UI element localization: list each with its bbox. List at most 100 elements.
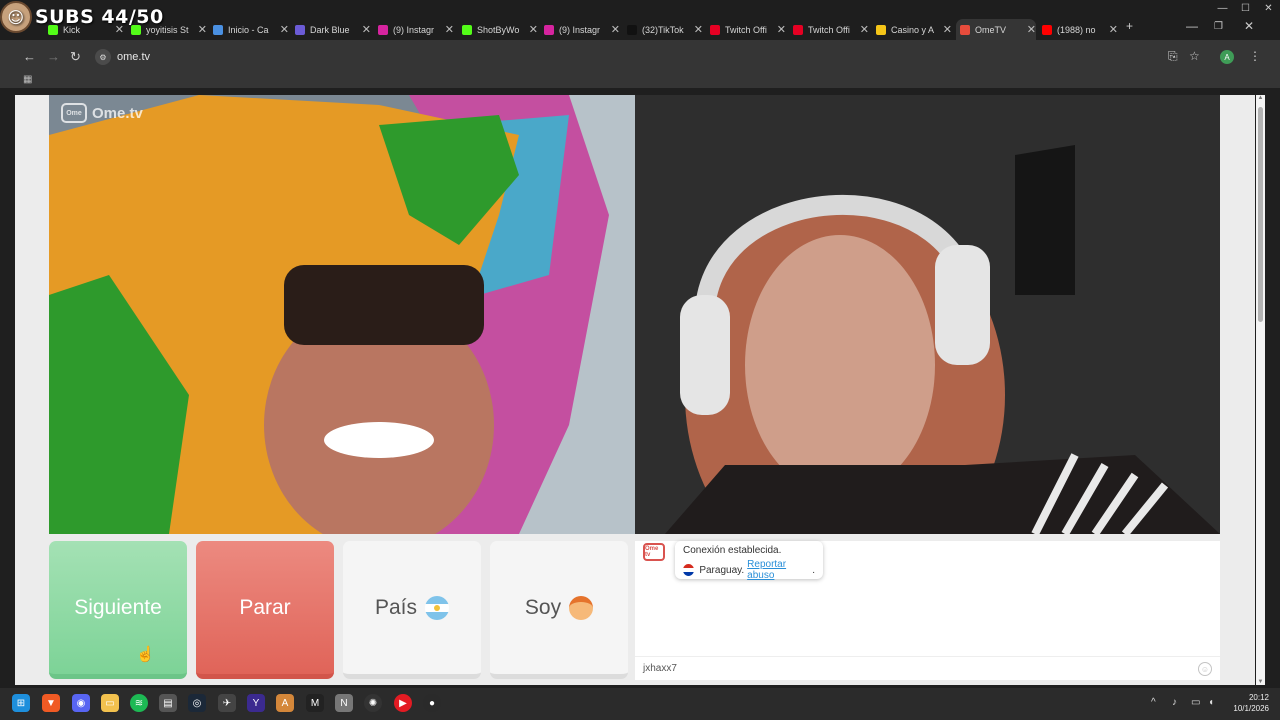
game-icon[interactable]: ✈ (218, 694, 236, 712)
tab-close-icon[interactable]: ✕ (1027, 23, 1036, 36)
bookmarks-bar (0, 74, 1280, 88)
system-clock[interactable]: 20:12 10/1/2026 (1229, 692, 1269, 714)
close-icon[interactable]: ✕ (1257, 0, 1280, 16)
browser-tab[interactable]: Twitch Offi ✕ (789, 19, 869, 40)
menu-dots-icon[interactable]: ⋮ (1249, 49, 1261, 63)
country-button-label: País (374, 595, 418, 619)
address-bar[interactable]: ⚙ ome.tv (92, 46, 1092, 68)
windows-start-icon[interactable]: ⊞ (12, 694, 30, 712)
spotify-icon[interactable]: ≋ (130, 694, 148, 712)
network-icon[interactable]: ▭ (1191, 697, 1200, 708)
instagram-icon (378, 24, 388, 35)
tab-close-icon[interactable]: ✕ (445, 23, 454, 36)
app-icon[interactable]: ▤ (159, 694, 177, 712)
reload-icon[interactable]: ↻ (70, 49, 81, 65)
launcher-icon[interactable]: Y (247, 694, 265, 712)
tab-close-icon[interactable]: ✕ (1109, 23, 1118, 36)
tab-title: (32)TikTok (642, 24, 684, 35)
browser-tab[interactable]: Inicio - Ca ✕ (209, 19, 289, 40)
scroll-thumb[interactable] (1258, 107, 1263, 322)
bookmark-star-icon[interactable]: ☆ (1189, 49, 1200, 63)
page-scrollbar[interactable]: ▲ ▼ (1256, 95, 1265, 685)
browser-tab[interactable]: (32)TikTok ✕ (623, 19, 703, 40)
tab-close-icon[interactable]: ✕ (694, 23, 703, 36)
window-minimize-icon[interactable]: — (1186, 19, 1198, 33)
volume-icon[interactable]: ◖ (1208, 697, 1214, 708)
tray-chevron-icon[interactable]: ^ (1151, 697, 1156, 708)
paraguay-flag-icon (683, 564, 695, 576)
tab-close-icon[interactable]: ✕ (777, 23, 786, 36)
browser-tab[interactable]: (9) Instagr ✕ (540, 19, 620, 40)
browser-tab[interactable]: yoyitisis St ✕ (127, 19, 207, 40)
steam-icon[interactable]: ◎ (188, 694, 206, 712)
hand-cursor-icon: ☝ (136, 646, 155, 663)
tab-title: Casino y A (891, 24, 935, 35)
profile-avatar[interactable]: A (1220, 50, 1234, 64)
country-button[interactable]: País (343, 541, 481, 679)
chatgpt-icon[interactable]: ✺ (364, 694, 382, 712)
remote-video-frame (635, 95, 1220, 534)
browser-tab[interactable]: OmeTV ✕ (956, 19, 1036, 40)
browser-tab[interactable]: Casino y A ✕ (872, 19, 952, 40)
media-player-icon[interactable]: ▶ (394, 694, 412, 712)
browser-tab[interactable]: ShotByWo ✕ (458, 19, 538, 40)
tab-title: Dark Blue (310, 24, 350, 35)
ometv-logo-icon: Ome (61, 103, 87, 123)
new-tab-icon[interactable]: + (1126, 19, 1133, 33)
report-suffix: . (812, 564, 815, 576)
chat-input-text: jxhaxx7 (643, 663, 677, 674)
browser-tab[interactable]: Kick ✕ (44, 19, 124, 40)
url-text: ome.tv (117, 51, 151, 63)
window-restore-icon[interactable]: ❐ (1214, 21, 1223, 32)
next-button[interactable]: Siguiente (49, 541, 187, 679)
tab-close-icon[interactable]: ✕ (115, 23, 124, 36)
window-close-icon[interactable]: ✕ (1244, 19, 1254, 33)
ometv-chat-logo-icon: Ome tv (643, 543, 665, 561)
tab-close-icon[interactable]: ✕ (198, 23, 207, 36)
site-info-icon[interactable]: ⚙ (95, 49, 111, 65)
emoji-picker-icon[interactable]: ☺ (1198, 662, 1212, 676)
connection-status: Conexión establecida. (683, 545, 782, 556)
file-explorer-icon[interactable]: ▭ (101, 694, 119, 712)
obs-icon[interactable]: ● (423, 694, 441, 712)
microphone-icon[interactable]: ♪ (1172, 697, 1177, 708)
instagram-icon (544, 24, 554, 35)
app-a-icon[interactable]: A (276, 694, 294, 712)
browser-tab[interactable]: (1988) no ✕ (1038, 19, 1118, 40)
next-button-label: Siguiente (74, 595, 162, 619)
tab-close-icon[interactable]: ✕ (280, 23, 289, 36)
tab-close-icon[interactable]: ✕ (943, 23, 952, 36)
apps-grid-icon[interactable]: ▦ (23, 74, 32, 85)
forward-icon[interactable]: → (47, 49, 60, 64)
tab-close-icon[interactable]: ✕ (611, 23, 620, 36)
app-m-icon[interactable]: M (306, 694, 324, 712)
brave-icon[interactable]: ▼ (42, 694, 60, 712)
tab-title: (1988) no (1057, 24, 1096, 35)
tab-close-icon[interactable]: ✕ (860, 23, 869, 36)
minimize-icon[interactable]: — (1211, 0, 1234, 16)
clock-time: 20:12 (1248, 693, 1269, 702)
report-abuse-link[interactable]: Reportar abuso (747, 559, 812, 581)
tab-title: Inicio - Ca (228, 24, 269, 35)
gender-button[interactable]: Soy (490, 541, 628, 679)
back-icon[interactable]: ← (23, 49, 36, 64)
scroll-down-icon[interactable]: ▼ (1256, 679, 1265, 685)
tab-close-icon[interactable]: ✕ (529, 23, 538, 36)
ometv-watermark: Ome Ome.tv (61, 103, 143, 123)
pinterest-icon (793, 24, 803, 35)
tab-close-icon[interactable]: ✕ (362, 23, 371, 36)
chat-input[interactable]: jxhaxx7 ☺ (635, 656, 1220, 680)
maximize-icon[interactable]: ☐ (1234, 0, 1257, 16)
browser-tab[interactable]: Dark Blue ✕ (291, 19, 371, 40)
stop-button[interactable]: Parar (196, 541, 334, 679)
partner-country: Paraguay. (699, 564, 745, 576)
scroll-up-icon[interactable]: ▲ (1256, 95, 1265, 101)
browser-tab[interactable]: (9) Instagr ✕ (374, 19, 454, 40)
browser-tab[interactable]: Twitch Offi ✕ (706, 19, 786, 40)
install-app-icon[interactable]: ⎘ (1168, 49, 1178, 64)
discord-icon[interactable]: ◉ (72, 694, 90, 712)
boy-emoji-icon (569, 595, 594, 620)
tab-title: yoyitisis St (146, 24, 189, 35)
ometv-icon (960, 24, 970, 35)
app-n-icon[interactable]: N (335, 694, 353, 712)
